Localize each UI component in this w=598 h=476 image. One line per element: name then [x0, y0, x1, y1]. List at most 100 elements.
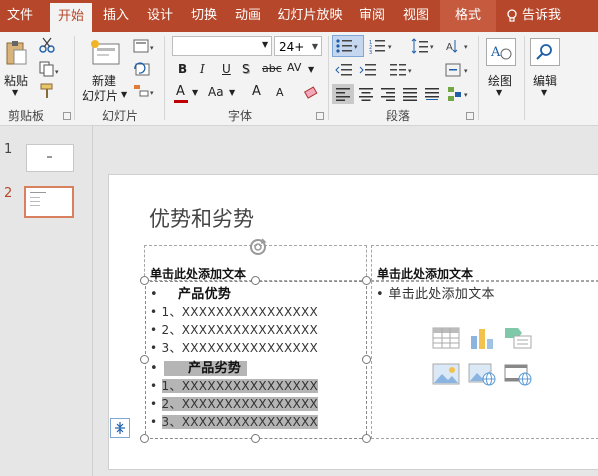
insert-online-picture-icon[interactable] [468, 362, 496, 386]
insert-chart-icon[interactable] [468, 326, 496, 350]
align-center-icon[interactable] [356, 85, 376, 103]
slide-canvas[interactable]: 优势和劣势 单击此处添加文本 单击此处添加文本 • 产品优势 • 1、XXXXXX… [108, 174, 598, 470]
clipboard-group-label: 剪贴板 [7, 109, 44, 123]
resize-handle[interactable] [362, 355, 371, 364]
tab-format[interactable]: 格式 [440, 0, 496, 32]
align-right-icon[interactable] [378, 85, 398, 103]
left-content-placeholder[interactable]: • 产品优势 • 1、XXXXXXXXXXXXXXXX • 2、XXXXXXXXX… [145, 281, 367, 439]
font-launcher-icon[interactable] [316, 112, 324, 120]
shadow-button[interactable]: S [242, 62, 250, 76]
autofit-options-icon[interactable] [110, 418, 130, 438]
tell-me-box[interactable]: 告诉我 [506, 0, 586, 32]
reset-slide-icon[interactable] [132, 60, 152, 78]
right-content-placeholder[interactable]: • 单击此处添加文本 [371, 281, 598, 439]
tab-insert[interactable]: 插入 [96, 0, 136, 32]
ribbon-divider [74, 36, 75, 120]
bullet: • [150, 397, 158, 411]
numbering-icon[interactable]: 1 2 3 ▾ [368, 37, 396, 55]
increase-indent-icon[interactable] [358, 62, 378, 78]
font-name-dropdown[interactable] [172, 36, 272, 56]
tab-animations[interactable]: 动画 [228, 0, 268, 32]
change-case-button[interactable]: Aa [208, 85, 224, 99]
slide-thumbnail[interactable] [26, 144, 74, 172]
tab-file[interactable]: 文件 [0, 0, 40, 32]
tab-review[interactable]: 审阅 [352, 0, 392, 32]
list-item: • 2、XXXXXXXXXXXXXXXX [150, 321, 318, 338]
smartart-icon[interactable]: ▾ [446, 85, 472, 103]
search-icon[interactable] [530, 38, 560, 66]
drawing-label[interactable]: 绘图 [488, 72, 512, 89]
paste-icon[interactable] [2, 38, 30, 68]
bullets-button[interactable]: ▾ [332, 35, 364, 57]
ribbon-divider [478, 36, 479, 120]
resize-handle[interactable] [362, 276, 371, 285]
distributed-icon[interactable] [422, 85, 442, 103]
columns-icon[interactable]: ▾ [388, 62, 416, 78]
cut-icon[interactable] [38, 36, 56, 54]
char-spacing-button[interactable]: AV [287, 61, 301, 74]
format-painter-icon[interactable] [38, 82, 56, 100]
char-spacing-caret[interactable]: ▼ [308, 65, 314, 74]
tab-transitions[interactable]: 切换 [184, 0, 224, 32]
svg-text:▾: ▾ [430, 43, 434, 51]
font-name-caret[interactable]: ▼ [262, 40, 268, 49]
grow-font-button[interactable]: A [252, 84, 261, 99]
slide-title[interactable]: 优势和劣势 [149, 203, 254, 233]
section-icon[interactable]: ▾ [132, 82, 158, 100]
paste-dropdown-caret[interactable]: ▼ [12, 88, 18, 97]
clipboard-launcher-icon[interactable] [63, 112, 71, 120]
align-left-icon[interactable] [332, 84, 354, 104]
resize-handle[interactable] [362, 434, 371, 443]
bold-button[interactable]: B [178, 62, 187, 76]
tab-design[interactable]: 设计 [140, 0, 180, 32]
line-spacing-icon[interactable]: ▾ [410, 37, 438, 55]
rotate-handle-icon[interactable] [247, 236, 269, 258]
slide-thumbnail-selected[interactable] [24, 186, 74, 218]
copy-icon[interactable]: ▾ [38, 60, 60, 78]
insert-table-icon[interactable] [432, 326, 460, 350]
new-slide-icon[interactable] [88, 38, 122, 66]
svg-text:▾: ▾ [55, 68, 59, 76]
bullet: • [150, 341, 158, 355]
new-slide-caret[interactable]: ▼ [121, 90, 127, 99]
drawing-icon[interactable]: A [486, 38, 516, 66]
resize-handle[interactable] [251, 276, 260, 285]
resize-handle[interactable] [140, 434, 149, 443]
new-slide-label-2[interactable]: 幻灯片 [82, 87, 118, 104]
paste-label[interactable]: 粘贴 [4, 72, 28, 89]
resize-handle[interactable] [251, 434, 260, 443]
insert-smartart-icon[interactable] [504, 326, 532, 350]
drawing-caret[interactable]: ▼ [496, 88, 502, 97]
layout-icon[interactable]: ▾ [132, 37, 158, 55]
bullet: • [150, 323, 158, 337]
ribbon-tab-bar: 文件 开始 插入 设计 切换 动画 幻灯片放映 审阅 视图 格式 告诉我 [0, 0, 598, 32]
align-text-icon[interactable]: ▾ [444, 62, 472, 78]
svg-text:▾: ▾ [150, 89, 154, 97]
list-item: • 1、XXXXXXXXXXXXXXXX [150, 377, 319, 394]
right-header-placeholder[interactable]: 单击此处添加文本 [371, 245, 598, 281]
tab-home[interactable]: 开始 [50, 3, 92, 32]
tab-slideshow[interactable]: 幻灯片放映 [274, 0, 346, 32]
font-size-dropdown[interactable]: 24+ ▼ [274, 36, 322, 56]
change-case-caret[interactable]: ▼ [229, 88, 235, 97]
shrink-font-button[interactable]: A [276, 86, 284, 99]
editing-label[interactable]: 编辑 [533, 72, 557, 89]
font-color-caret[interactable]: ▼ [192, 88, 198, 97]
tab-view[interactable]: 视图 [396, 0, 436, 32]
insert-video-icon[interactable] [504, 362, 532, 386]
underline-button[interactable]: U [222, 62, 231, 76]
resize-handle[interactable] [140, 276, 149, 285]
justify-icon[interactable] [400, 85, 420, 103]
insert-picture-icon[interactable] [432, 362, 460, 386]
strikethrough-button[interactable]: abc [262, 62, 282, 75]
paragraph-launcher-icon[interactable] [466, 112, 474, 120]
ribbon-divider [164, 36, 165, 120]
resize-handle[interactable] [140, 355, 149, 364]
italic-button[interactable]: I [200, 62, 205, 76]
clear-format-icon[interactable] [302, 84, 320, 102]
ribbon: 粘贴 ▼ ▾ 剪贴板 新建 幻灯片 ▼ ▾ ▾ 幻灯片 ▼ 24+ ▼ B I U… [0, 32, 598, 126]
decrease-indent-icon[interactable] [334, 62, 354, 78]
editing-caret[interactable]: ▼ [541, 88, 547, 97]
font-color-button[interactable]: A [176, 84, 185, 99]
text-direction-icon[interactable]: A ▾ [444, 37, 472, 55]
